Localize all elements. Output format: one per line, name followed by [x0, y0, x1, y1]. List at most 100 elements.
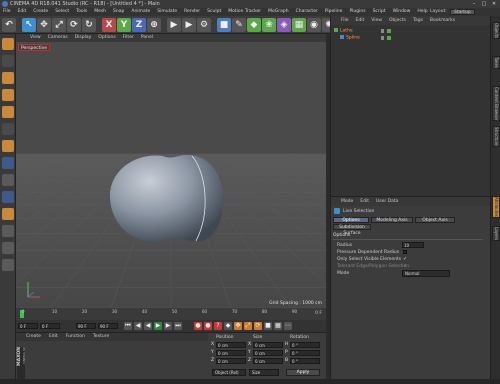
autokey-icon[interactable]: ● — [204, 322, 212, 330]
size-field[interactable]: 0 cm — [253, 350, 283, 356]
menu-render[interactable]: Render — [184, 9, 200, 14]
axis-mode-icon[interactable] — [2, 157, 14, 169]
rotate-key-icon[interactable]: ⟳ — [254, 322, 262, 330]
material-menu-texture[interactable]: Texture — [93, 334, 109, 339]
deformer-icon[interactable]: ◈ — [277, 18, 291, 32]
enable-axis-icon[interactable] — [2, 242, 14, 254]
object-row-spline[interactable]: Spline — [340, 35, 380, 41]
material-menu-edit[interactable]: Edit — [49, 334, 58, 339]
scale-icon[interactable]: ⤢ — [52, 18, 66, 32]
menu-file[interactable]: File — [3, 9, 11, 14]
scale-key-icon[interactable]: ⤢ — [244, 322, 252, 330]
tab-objects[interactable]: Objects — [492, 22, 500, 40]
attribute-menu-user-data[interactable]: User Data — [376, 199, 398, 204]
snap-icon[interactable] — [2, 191, 14, 203]
viewport-menu-cameras[interactable]: Cameras — [48, 35, 68, 40]
start-frame-field[interactable]: 0 F — [40, 323, 60, 329]
size-field[interactable]: 0 cm — [253, 358, 283, 364]
keyframe-selection-icon[interactable]: ? — [214, 322, 222, 330]
move-key-icon[interactable]: ✥ — [234, 322, 242, 330]
tab-attributes[interactable]: Attributes — [492, 196, 500, 218]
tab-content-browser[interactable]: Content Browser — [492, 86, 500, 122]
lathe-object[interactable] — [109, 154, 224, 243]
radius-field[interactable]: 10 — [402, 242, 424, 248]
tab-options[interactable]: Options — [333, 217, 369, 223]
menu-mesh[interactable]: Mesh — [94, 9, 106, 14]
edges-mode-icon[interactable] — [2, 123, 14, 135]
viewport-menu-panel[interactable]: Panel — [141, 35, 153, 40]
only-visible-checkbox[interactable]: ✓ — [403, 256, 407, 262]
solo-icon[interactable] — [2, 208, 14, 220]
layout-select[interactable]: Startup — [450, 9, 475, 15]
object-menu-edit[interactable]: Edit — [356, 18, 365, 23]
timeline[interactable]: 0 10 20 30 40 50 60 70 80 90 0 F — [16, 308, 326, 320]
menu-pipeline[interactable]: Pipeline — [325, 9, 343, 14]
model-mode-icon[interactable] — [2, 55, 14, 67]
preview-end-field[interactable]: 90 F — [98, 323, 118, 329]
menu-select[interactable]: Select — [55, 9, 69, 14]
menu-tools[interactable]: Tools — [76, 9, 87, 14]
live-selection-icon[interactable]: ↖ — [22, 18, 36, 32]
attribute-menu-mode[interactable]: Mode — [341, 199, 353, 204]
enabled-check-icon[interactable] — [387, 29, 391, 33]
camera-icon[interactable]: ◉ — [307, 18, 321, 32]
cloner-icon[interactable]: ❀ — [262, 18, 276, 32]
camera-label[interactable]: Perspective — [18, 44, 51, 51]
render-picture-viewer-icon[interactable]: ▶ — [182, 18, 196, 32]
rotation-field[interactable]: 0 ° — [290, 342, 320, 348]
subdivision-icon[interactable]: ◆ — [247, 18, 261, 32]
close-button[interactable]: ✕ — [490, 1, 498, 7]
object-menu-view[interactable]: View — [371, 18, 382, 23]
rotation-field[interactable]: 0 ° — [290, 358, 320, 364]
tweak-mode-icon[interactable] — [2, 174, 14, 186]
enabled-check-icon[interactable] — [387, 36, 391, 40]
undo-icon[interactable]: ↶ — [2, 18, 16, 32]
coordinate-system-icon[interactable]: ⊕ — [147, 18, 161, 32]
object-menu-file[interactable]: File — [341, 18, 349, 23]
maximize-button[interactable]: □ — [480, 1, 488, 7]
points-mode-icon[interactable] — [2, 106, 14, 118]
minimize-button[interactable]: – — [470, 1, 478, 7]
rotation-field[interactable]: 0 ° — [290, 350, 320, 356]
y-axis-icon[interactable]: Y — [117, 18, 131, 32]
object-menu-objects[interactable]: Objects — [389, 18, 406, 23]
size-field[interactable]: 0 cm — [253, 342, 283, 348]
tab-structure[interactable]: Structure — [492, 126, 500, 147]
tab-object-axis[interactable]: Object Axis — [415, 217, 455, 223]
pressure-checkbox[interactable] — [403, 250, 407, 254]
rotate-icon[interactable]: ⟳ — [67, 18, 81, 32]
tolerant-checkbox[interactable]: ✓ — [403, 263, 407, 269]
visibility-dots[interactable] — [381, 36, 384, 40]
position-field[interactable]: 0 cm — [216, 358, 246, 364]
menu-script[interactable]: Script — [373, 9, 386, 14]
coord-size-select[interactable]: Size — [249, 369, 279, 376]
move-icon[interactable]: ✥ — [37, 18, 51, 32]
menu-simulate[interactable]: Simulate — [157, 9, 177, 14]
lock-icon[interactable] — [2, 225, 14, 237]
pla-key-icon[interactable]: ▦ — [274, 322, 282, 330]
object-row-lathe[interactable]: Lathe — [334, 28, 374, 34]
menu-animate[interactable]: Animate — [131, 9, 150, 14]
record-icon[interactable]: ● — [194, 322, 202, 330]
menu-window[interactable]: Window — [393, 9, 411, 14]
make-editable-icon[interactable] — [2, 38, 14, 50]
menu-motion-tracker[interactable]: Motion Tracker — [228, 9, 261, 14]
next-frame-icon[interactable]: ▶ — [164, 322, 172, 330]
render-settings-icon[interactable]: ⚙ — [197, 18, 211, 32]
recent-icon[interactable]: ↻ — [82, 18, 96, 32]
coord-mode-select[interactable]: Object (Rel) — [212, 369, 246, 376]
key-icon[interactable]: ◆ — [224, 322, 232, 330]
tab-subdivision-surface[interactable]: Subdivision Surface — [333, 224, 371, 236]
object-menu-tags[interactable]: Tags — [413, 18, 423, 23]
menu-character[interactable]: Character — [296, 9, 318, 14]
param-key-icon[interactable]: ■ — [264, 322, 272, 330]
texture-mode-icon[interactable] — [2, 72, 14, 84]
menu-edit[interactable]: Edit — [18, 9, 27, 14]
prev-key-icon[interactable]: ◀ — [134, 322, 142, 330]
menu-mograph[interactable]: MoGraph — [268, 9, 288, 14]
tab-takes[interactable]: Takes — [492, 56, 500, 69]
viewport-menu-view[interactable]: View — [30, 35, 41, 40]
position-field[interactable]: 0 cm — [216, 342, 246, 348]
apply-button[interactable]: Apply — [286, 369, 320, 376]
viewport[interactable]: Perspective Grid Spacing : 1000 cm — [16, 42, 326, 308]
